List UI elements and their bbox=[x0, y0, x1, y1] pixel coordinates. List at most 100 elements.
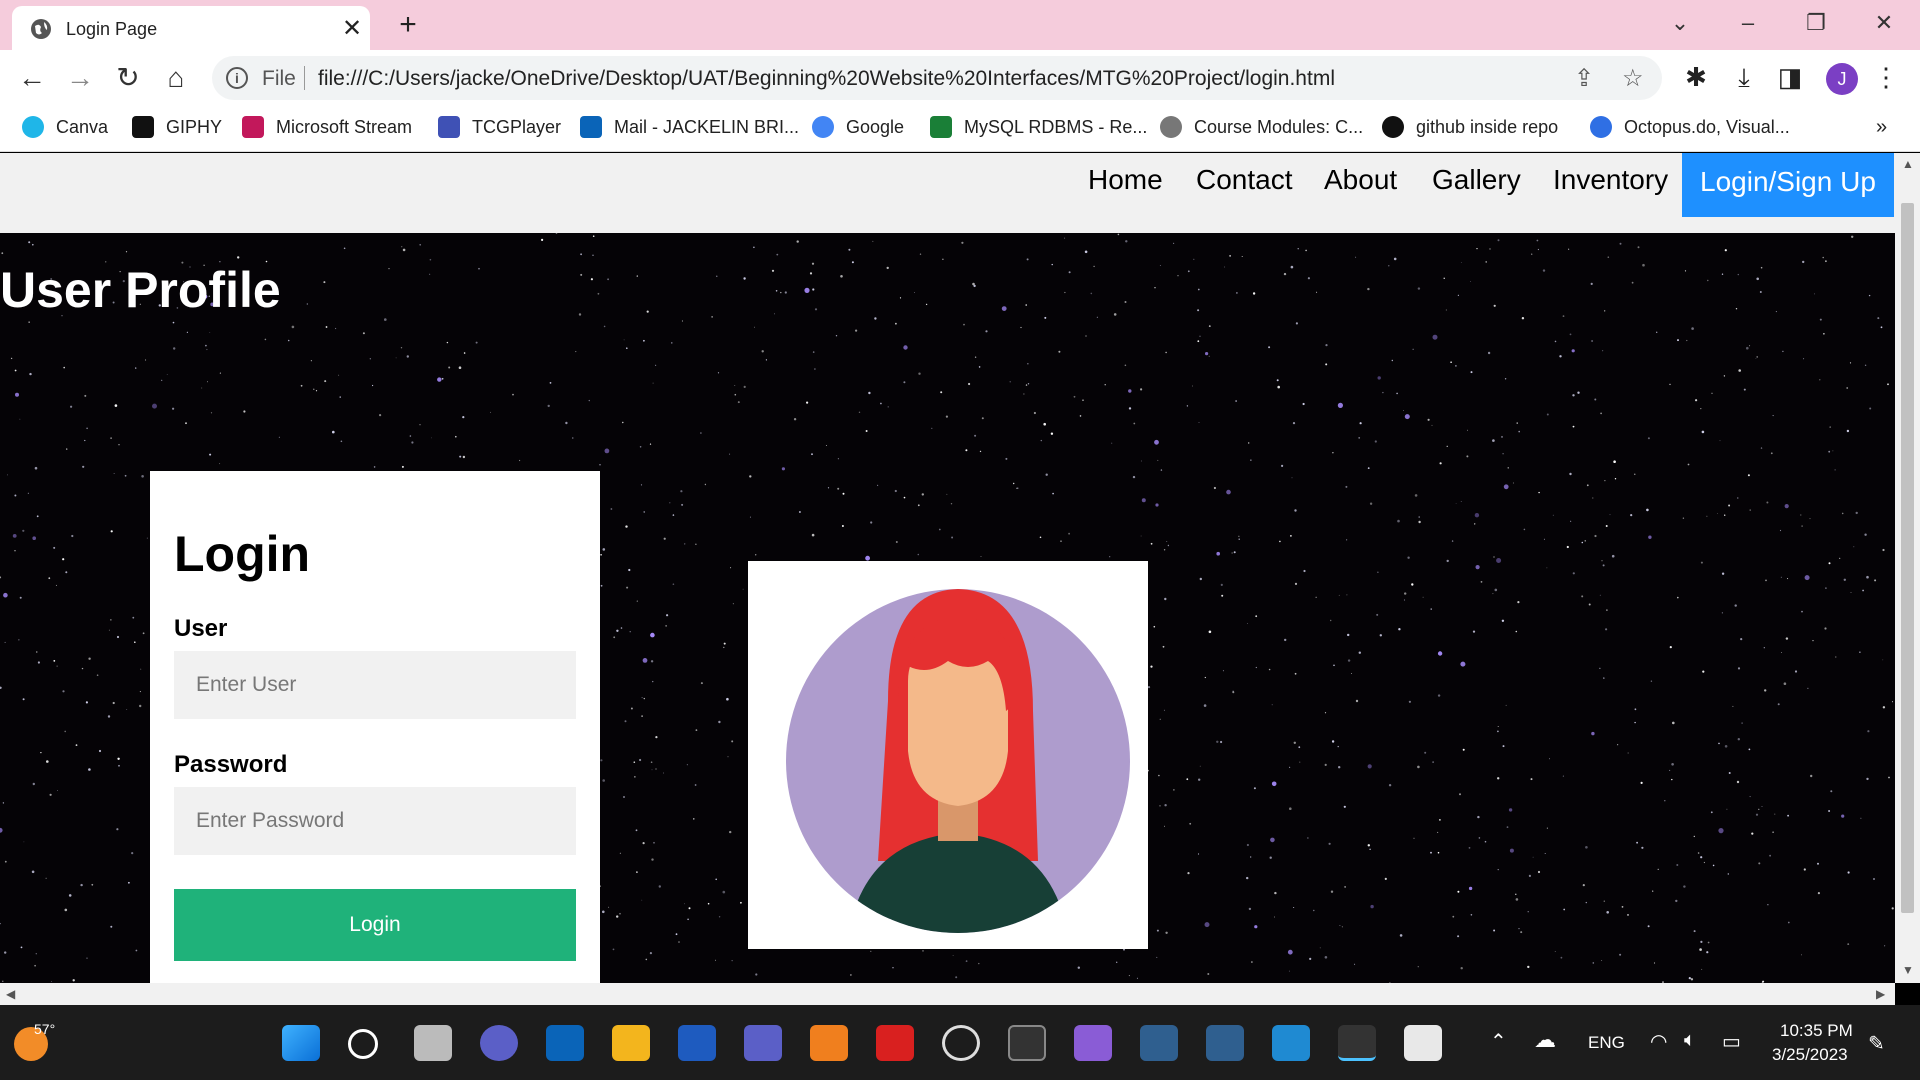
onedrive-icon[interactable]: ☁ bbox=[1534, 1027, 1556, 1053]
horizontal-scrollbar[interactable]: ◀ ▶ bbox=[0, 983, 1895, 1005]
star bbox=[1546, 827, 1548, 829]
bookmark-giphy[interactable]: GIPHY bbox=[132, 116, 222, 138]
scroll-left-icon[interactable]: ◀ bbox=[6, 987, 15, 1001]
bookmark-mysql[interactable]: MySQL RDBMS - Re... bbox=[930, 116, 1147, 138]
nav-home[interactable]: Home bbox=[1070, 163, 1181, 217]
nav-about[interactable]: About bbox=[1306, 163, 1415, 217]
terminal-icon[interactable] bbox=[1008, 1025, 1046, 1061]
obs-icon[interactable] bbox=[942, 1025, 980, 1061]
address-bar[interactable]: i File file:///C:/Users/jacke/OneDrive/D… bbox=[212, 56, 1662, 100]
extensions-icon[interactable]: ✱ bbox=[1680, 62, 1712, 93]
more-bookmarks-icon[interactable]: » bbox=[1876, 116, 1887, 139]
chrome-icon[interactable] bbox=[1338, 1025, 1376, 1061]
nav-gallery[interactable]: Gallery bbox=[1414, 163, 1539, 217]
star bbox=[1627, 914, 1629, 916]
side-panel-icon[interactable]: ◨ bbox=[1774, 62, 1806, 93]
snipping-tool-icon[interactable] bbox=[1404, 1025, 1442, 1061]
file-explorer-icon[interactable] bbox=[612, 1025, 650, 1061]
scroll-right-icon[interactable]: ▶ bbox=[1876, 987, 1885, 1001]
close-tab-icon[interactable]: ✕ bbox=[338, 14, 366, 43]
star bbox=[91, 883, 94, 886]
star bbox=[1283, 272, 1287, 276]
bookmark-star-icon[interactable]: ☆ bbox=[1622, 64, 1644, 93]
windows-start-icon[interactable] bbox=[282, 1025, 320, 1061]
chat-icon[interactable] bbox=[480, 1025, 518, 1061]
user-input[interactable] bbox=[174, 651, 576, 719]
scroll-up-icon[interactable]: ▲ bbox=[1902, 157, 1914, 171]
bookmark-canva[interactable]: Canva bbox=[22, 116, 108, 138]
star bbox=[590, 278, 594, 281]
outlook-app-icon[interactable] bbox=[546, 1025, 584, 1061]
mysql-workbench-2-icon[interactable] bbox=[1206, 1025, 1244, 1061]
reload-icon[interactable]: ↻ bbox=[112, 62, 144, 94]
office-icon[interactable] bbox=[810, 1025, 848, 1061]
bookmark-octopus[interactable]: Octopus.do, Visual... bbox=[1590, 116, 1790, 138]
battery-icon[interactable]: ▭ bbox=[1722, 1029, 1741, 1054]
site-info-icon[interactable]: i bbox=[226, 67, 248, 89]
search-icon[interactable] bbox=[348, 1029, 378, 1059]
restore-icon[interactable]: ❐ bbox=[1800, 10, 1832, 36]
star bbox=[126, 709, 128, 710]
clock-date[interactable]: 3/25/2023 bbox=[1772, 1045, 1848, 1065]
login-button[interactable]: Login bbox=[174, 889, 576, 961]
vertical-scrollbar[interactable]: ▲ ▼ bbox=[1895, 153, 1920, 983]
bookmark-course-modules[interactable]: Course Modules: C... bbox=[1160, 116, 1363, 138]
star bbox=[1450, 361, 1452, 363]
minimize-icon[interactable]: – bbox=[1732, 10, 1764, 36]
back-icon[interactable]: ← bbox=[16, 62, 48, 94]
acrobat-icon[interactable] bbox=[876, 1025, 914, 1061]
star bbox=[981, 417, 984, 420]
nav-contact[interactable]: Contact bbox=[1178, 163, 1311, 217]
task-view-icon[interactable] bbox=[414, 1025, 452, 1061]
stream-icon bbox=[242, 116, 264, 138]
star bbox=[161, 379, 163, 381]
star bbox=[22, 698, 25, 701]
close-window-icon[interactable]: ✕ bbox=[1868, 10, 1900, 36]
clock-time[interactable]: 10:35 PM bbox=[1780, 1021, 1853, 1041]
star bbox=[1051, 263, 1053, 266]
word-icon[interactable] bbox=[678, 1025, 716, 1061]
star bbox=[1446, 559, 1449, 563]
star bbox=[575, 351, 577, 353]
nav-inventory[interactable]: Inventory bbox=[1535, 163, 1686, 217]
bookmark-tcgplayer[interactable]: TCGPlayer bbox=[438, 116, 561, 138]
home-icon[interactable]: ⌂ bbox=[160, 62, 192, 94]
new-tab-icon[interactable]: + bbox=[392, 8, 424, 42]
menu-icon[interactable]: ⋮ bbox=[1870, 62, 1902, 93]
star bbox=[406, 355, 409, 358]
browser-tab[interactable]: Login Page ✕ bbox=[12, 6, 370, 50]
star bbox=[27, 492, 29, 494]
show-hidden-icons-icon[interactable]: ⌃ bbox=[1490, 1029, 1507, 1054]
url-text[interactable]: file:///C:/Users/jacke/OneDrive/Desktop/… bbox=[318, 67, 1335, 91]
star bbox=[1724, 514, 1726, 516]
vscode-icon[interactable] bbox=[1272, 1025, 1310, 1061]
password-input[interactable] bbox=[174, 787, 576, 855]
download-icon[interactable]: ⤓ bbox=[1728, 62, 1760, 94]
mysql-workbench-icon[interactable] bbox=[1140, 1025, 1178, 1061]
bookmark-google[interactable]: Google bbox=[812, 116, 904, 138]
volume-icon[interactable]: 🔈︎ bbox=[1684, 1029, 1696, 1052]
globe-icon bbox=[31, 19, 51, 39]
bookmark-github[interactable]: github inside repo bbox=[1382, 116, 1558, 138]
star bbox=[1132, 475, 1136, 479]
share-icon[interactable]: ⇪ bbox=[1574, 64, 1594, 93]
star bbox=[1235, 400, 1237, 402]
tab-search-icon[interactable]: ⌄ bbox=[1664, 10, 1696, 36]
scroll-down-icon[interactable]: ▼ bbox=[1902, 963, 1914, 977]
star bbox=[1669, 383, 1671, 386]
star bbox=[1271, 781, 1277, 787]
star bbox=[310, 360, 312, 362]
visual-studio-icon[interactable] bbox=[1074, 1025, 1112, 1061]
star bbox=[1507, 467, 1509, 469]
language-indicator[interactable]: ENG bbox=[1588, 1033, 1625, 1053]
bookmark-mail[interactable]: Mail - JACKELIN BRI... bbox=[580, 116, 799, 138]
bookmark-microsoft-stream[interactable]: Microsoft Stream bbox=[242, 116, 412, 138]
scrollbar-thumb[interactable] bbox=[1901, 203, 1914, 913]
notifications-icon[interactable]: ✎ bbox=[1868, 1031, 1885, 1056]
wifi-icon[interactable]: ◠ bbox=[1650, 1029, 1667, 1054]
forward-icon[interactable]: → bbox=[64, 62, 96, 94]
browser-toolbar: ← → ↻ ⌂ i File file:///C:/Users/jacke/On… bbox=[0, 50, 1920, 106]
profile-avatar[interactable]: J bbox=[1826, 63, 1858, 95]
teams-icon[interactable] bbox=[744, 1025, 782, 1061]
nav-login-signup[interactable]: Login/Sign Up bbox=[1682, 153, 1894, 217]
